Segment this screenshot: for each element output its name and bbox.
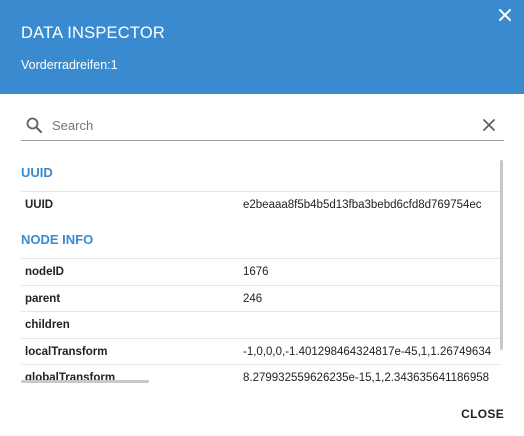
search-input[interactable] xyxy=(52,115,472,135)
row-value: 8.279932559626235e-15,1,2.34363564118695… xyxy=(243,372,490,383)
section-title-uuid: UUID xyxy=(21,165,53,180)
vertical-scrollbar[interactable] xyxy=(500,160,503,350)
search-icon xyxy=(26,117,42,133)
close-button[interactable]: CLOSE xyxy=(461,407,504,421)
row-key: parent xyxy=(25,293,61,305)
data-inspector-dialog: DATA INSPECTOR Vorderradreifen:1 UUID UU… xyxy=(0,0,524,436)
close-icon[interactable] xyxy=(496,6,514,24)
inspector-content: UUID UUID e2beaaa8f5b4b5d13fba3bebd6cfd8… xyxy=(21,150,501,383)
table-row: UUID e2beaaa8f5b4b5d13fba3bebd6cfd8d7697… xyxy=(21,191,501,218)
section-title-node-info: NODE INFO xyxy=(21,232,94,247)
table-row: localTransform -1,0,0,0,-1.4012984643248… xyxy=(21,338,501,365)
clear-icon[interactable] xyxy=(482,118,496,132)
table-row: parent 246 xyxy=(21,285,501,312)
table-row: nodeID 1676 xyxy=(21,258,501,285)
row-key: localTransform xyxy=(25,346,108,358)
horizontal-scrollbar[interactable] xyxy=(21,380,149,383)
row-key: UUID xyxy=(25,199,54,211)
search-bar xyxy=(21,110,504,141)
dialog-title: DATA INSPECTOR xyxy=(21,24,165,42)
row-key: nodeID xyxy=(25,266,64,278)
dialog-subtitle: Vorderradreifen:1 xyxy=(21,58,118,72)
row-value: -1,0,0,0,-1.401298464324817e-45,1,1.2674… xyxy=(243,346,492,358)
dialog-header: DATA INSPECTOR Vorderradreifen:1 xyxy=(0,0,524,94)
row-value: 1676 xyxy=(243,266,269,278)
row-value: 246 xyxy=(243,293,263,305)
table-row: children xyxy=(21,311,501,338)
row-value: e2beaaa8f5b4b5d13fba3bebd6cfd8d769754ec xyxy=(243,199,482,211)
row-key: children xyxy=(25,319,70,331)
